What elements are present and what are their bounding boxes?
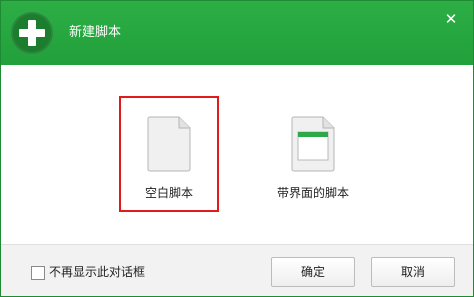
option-label: 带界面的脚本	[276, 186, 349, 200]
script-type-panel: 空白脚本 带界面的脚本	[1, 65, 473, 244]
cancel-button[interactable]: 取消	[371, 257, 455, 287]
ui-document-icon	[291, 116, 335, 172]
dont-show-again-label: 不再显示此对话框	[49, 265, 146, 279]
dialog-footer: 不再显示此对话框 确定 取消	[1, 244, 473, 296]
option-label: 空白脚本	[144, 186, 193, 200]
option-ui-script[interactable]: 带界面的脚本	[265, 98, 361, 210]
dont-show-again-checkbox[interactable]	[31, 266, 45, 280]
close-icon[interactable]: ✕	[441, 9, 461, 29]
plus-icon	[11, 12, 53, 54]
blank-document-icon	[147, 116, 191, 172]
ok-button[interactable]: 确定	[271, 257, 355, 287]
new-script-dialog: 新建脚本 ✕ 空白脚本 带界面的脚本 不再显示此对话框 确定 取消	[0, 0, 474, 297]
dialog-title: 新建脚本	[69, 25, 122, 40]
option-blank-script[interactable]: 空白脚本	[119, 96, 219, 212]
title-bar: 新建脚本 ✕	[1, 1, 473, 65]
